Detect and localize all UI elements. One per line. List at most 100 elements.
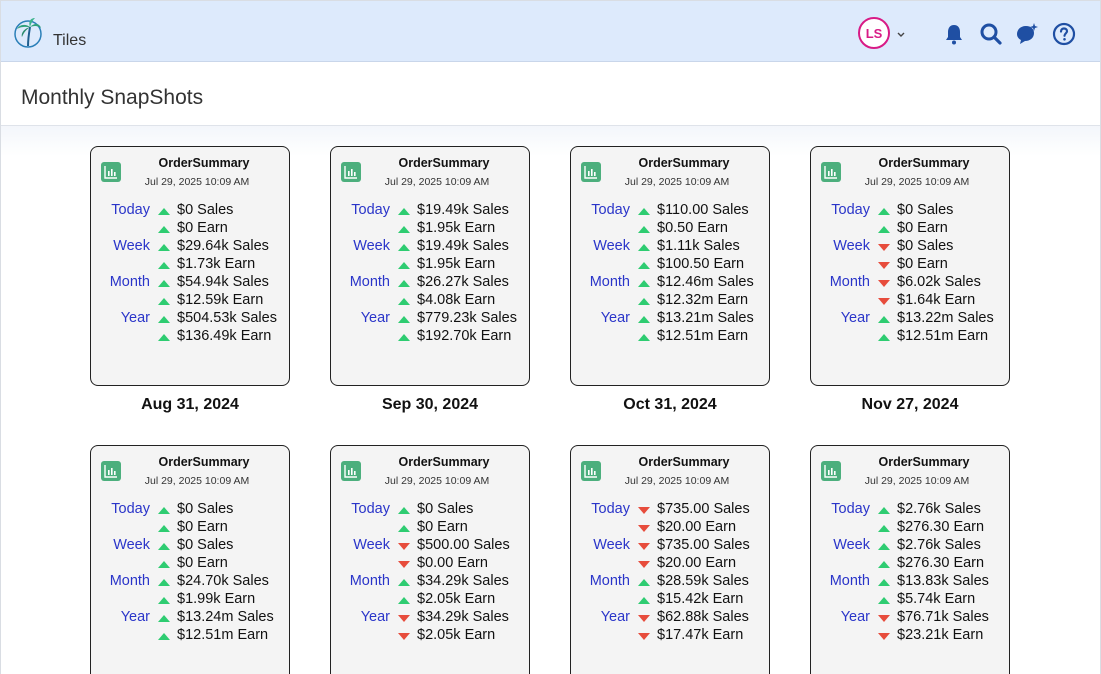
metric-value: $13.21m Sales — [657, 310, 754, 326]
period-label: Week — [833, 537, 870, 553]
metric-row: $0 Earn — [91, 519, 291, 537]
period-label: Month — [589, 274, 630, 290]
metric-value: $500.00 Sales — [417, 537, 510, 553]
help-icon[interactable] — [1052, 22, 1076, 46]
metric-row: Month $26.27k Sales — [331, 274, 531, 292]
chat-sparkle-icon[interactable] — [1015, 22, 1039, 46]
metric-value: $1.99k Earn — [177, 591, 256, 607]
trend-up-icon — [878, 316, 890, 323]
metric-value: $28.59k Sales — [657, 573, 749, 589]
snapshot-card[interactable]: OrderSummary Jul 29, 2025 10:09 AM Today $0… — [810, 146, 1010, 386]
period-label: Year — [120, 310, 150, 326]
trend-up-icon — [158, 208, 170, 215]
trend-up-icon — [638, 579, 650, 586]
metric-value: $34.29k Sales — [417, 609, 509, 625]
metric-value: $1.11k Sales — [657, 238, 740, 254]
metric-row: $0.50 Earn — [571, 220, 771, 238]
user-avatar[interactable]: LS — [858, 17, 890, 49]
snapshot-date: Nov 27, 2024 — [861, 396, 959, 413]
metric-value: $19.49k Sales — [417, 202, 509, 218]
trend-up-icon — [878, 543, 890, 550]
snapshot-card[interactable]: OrderSummary Jul 29, 2025 10:09 AM Today $7… — [570, 445, 770, 674]
metric-row: Month $12.46m Sales — [571, 274, 771, 292]
metric-value: $20.00 Earn — [657, 519, 737, 535]
metric-value: $19.49k Sales — [417, 238, 509, 254]
snapshot-card[interactable]: OrderSummary Jul 29, 2025 10:09 AM Today $1… — [570, 146, 770, 386]
metric-value: $504.53k Sales — [177, 310, 277, 326]
metric-value: $136.49k Earn — [177, 328, 272, 344]
period-label: Year — [600, 310, 630, 326]
metric-row: $100.50 Earn — [571, 256, 771, 274]
metric-row: $20.00 Earn — [571, 555, 771, 573]
trend-up-icon — [158, 316, 170, 323]
metric-row: Month $34.29k Sales — [331, 573, 531, 591]
metric-row: $12.51m Earn — [571, 328, 771, 346]
trend-down-icon — [878, 244, 890, 251]
trend-up-icon — [638, 262, 650, 269]
metric-value: $13.22m Sales — [897, 310, 994, 326]
metric-value: $5.74k Earn — [897, 591, 976, 607]
metric-row: $20.00 Earn — [571, 519, 771, 537]
metric-row: Year $13.22m Sales — [811, 310, 1011, 328]
card-timestamp: Jul 29, 2025 10:09 AM — [864, 475, 970, 487]
period-label: Week — [833, 238, 870, 254]
period-label: Year — [840, 310, 870, 326]
metric-value: $15.42k Earn — [657, 591, 744, 607]
metric-value: $0 Earn — [897, 256, 948, 272]
trend-up-icon — [878, 226, 890, 233]
trend-down-icon — [398, 543, 410, 550]
trend-up-icon — [398, 280, 410, 287]
period-label: Week — [113, 238, 150, 254]
palm-tree-logo-icon[interactable] — [13, 17, 43, 49]
metric-row: $1.95k Earn — [331, 220, 531, 238]
card-timestamp: Jul 29, 2025 10:09 AM — [624, 475, 730, 487]
metric-row: Today $110.00 Sales — [571, 202, 771, 220]
metric-value: $12.59k Earn — [177, 292, 264, 308]
card-title: OrderSummary — [878, 156, 970, 170]
trend-up-icon — [158, 244, 170, 251]
metric-value: $76.71k Sales — [897, 609, 989, 625]
metric-value: $12.32m Earn — [657, 292, 749, 308]
metric-row: Week $735.00 Sales — [571, 537, 771, 555]
snapshot-card[interactable]: OrderSummary Jul 29, 2025 10:09 AM Today $1… — [330, 146, 530, 386]
metric-value: $735.00 Sales — [657, 501, 750, 517]
metric-value: $6.02k Sales — [897, 274, 981, 290]
period-label: Today — [111, 202, 150, 218]
metric-row: $136.49k Earn — [91, 328, 291, 346]
period-label: Month — [829, 573, 870, 589]
period-label: Year — [360, 310, 390, 326]
metric-value: $192.70k Earn — [417, 328, 512, 344]
trend-down-icon — [638, 525, 650, 532]
trend-up-icon — [638, 597, 650, 604]
metric-value: $0 Sales — [897, 202, 954, 218]
metric-row: $276.30 Earn — [811, 555, 1011, 573]
metric-value: $0 Earn — [177, 220, 228, 236]
metric-value: $0 Sales — [417, 501, 474, 517]
trend-up-icon — [878, 334, 890, 341]
metric-row: $0 Earn — [811, 220, 1011, 238]
card-title: OrderSummary — [398, 455, 490, 469]
trend-up-icon — [878, 507, 890, 514]
card-title: OrderSummary — [158, 156, 250, 170]
metric-row: Year $34.29k Sales — [331, 609, 531, 627]
bell-icon[interactable] — [942, 22, 966, 46]
metric-row: $5.74k Earn — [811, 591, 1011, 609]
period-label: Month — [589, 573, 630, 589]
snapshot-card[interactable]: OrderSummary Jul 29, 2025 10:09 AM Today $0… — [90, 445, 290, 674]
metric-row: $276.30 Earn — [811, 519, 1011, 537]
metric-row: Week $1.11k Sales — [571, 238, 771, 256]
metric-row: $15.42k Earn — [571, 591, 771, 609]
trend-up-icon — [398, 597, 410, 604]
metric-row: $0 Earn — [331, 519, 531, 537]
search-icon[interactable] — [979, 22, 1003, 46]
snapshot-card[interactable]: OrderSummary Jul 29, 2025 10:09 AM Today $2… — [810, 445, 1010, 674]
metric-value: $276.30 Earn — [897, 519, 985, 535]
metric-value: $23.21k Earn — [897, 627, 984, 643]
snapshot-card[interactable]: OrderSummary Jul 29, 2025 10:09 AM Today $0… — [90, 146, 290, 386]
metric-value: $26.27k Sales — [417, 274, 509, 290]
metric-row: $1.99k Earn — [91, 591, 291, 609]
chevron-down-icon[interactable] — [895, 28, 907, 40]
snapshot-card[interactable]: OrderSummary Jul 29, 2025 10:09 AM Today $0… — [330, 445, 530, 674]
trend-up-icon — [158, 226, 170, 233]
trend-down-icon — [878, 262, 890, 269]
